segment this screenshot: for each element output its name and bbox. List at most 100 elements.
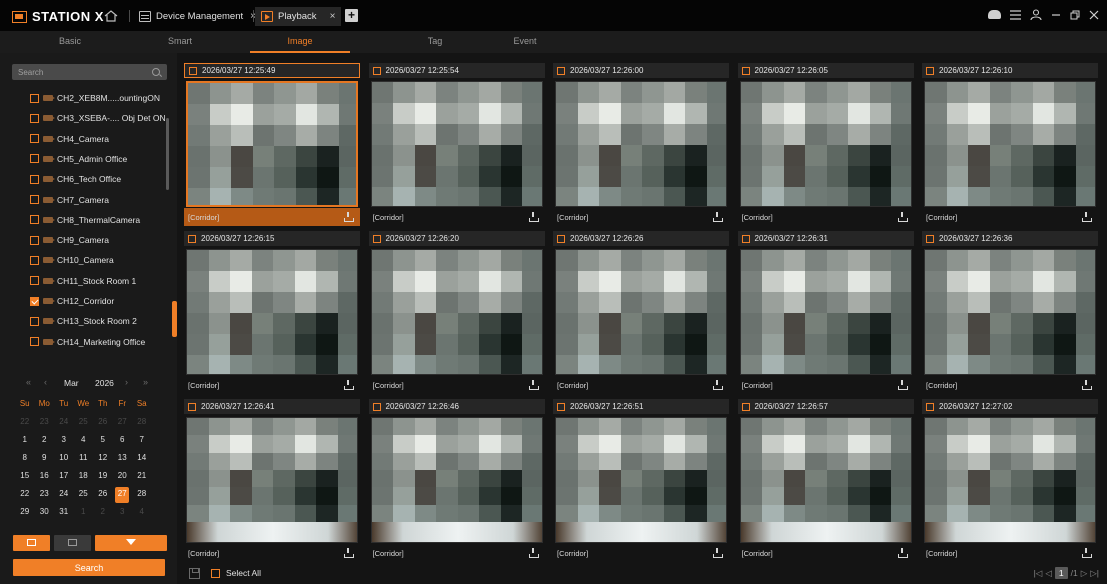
calendar-day[interactable]: 23: [35, 486, 55, 504]
channel-checkbox[interactable]: [30, 195, 39, 204]
next-month-button[interactable]: ›: [125, 377, 128, 387]
calendar-day[interactable]: 28: [132, 486, 152, 504]
calendar-day[interactable]: 10: [54, 450, 74, 468]
image-card[interactable]: 2026/03/27 12:26:51 [Corridor]: [553, 399, 729, 562]
current-page[interactable]: 1: [1054, 567, 1068, 579]
channel-checkbox[interactable]: [30, 316, 39, 326]
calendar-day[interactable]: 29: [15, 504, 35, 522]
channel-item[interactable]: CH4_Camera: [30, 132, 109, 146]
download-icon[interactable]: [528, 212, 539, 222]
snapshot-thumbnail[interactable]: [186, 249, 358, 375]
calendar-day[interactable]: 26: [93, 414, 113, 432]
prev-year-button[interactable]: «: [26, 377, 31, 387]
channel-item[interactable]: CH11_Stock Room 1: [30, 274, 136, 288]
download-icon[interactable]: [897, 380, 908, 390]
calendar-day[interactable]: 1: [15, 432, 35, 450]
snapshot-thumbnail[interactable]: [739, 417, 912, 543]
next-year-button[interactable]: »: [143, 377, 148, 387]
channel-checkbox[interactable]: [30, 255, 39, 265]
image-checkbox[interactable]: [926, 402, 934, 411]
calendar-day[interactable]: 14: [132, 450, 152, 468]
download-icon[interactable]: [713, 212, 723, 222]
calendar-day[interactable]: 1: [74, 504, 94, 522]
calendar-day[interactable]: 6: [113, 432, 133, 450]
channel-item[interactable]: CH5_Admin Office: [30, 152, 127, 166]
calendar-day[interactable]: 18: [74, 468, 94, 486]
image-checkbox[interactable]: [557, 402, 565, 411]
download-icon[interactable]: [528, 380, 539, 390]
calendar-day[interactable]: 2: [35, 432, 55, 450]
calendar-day[interactable]: 2: [93, 504, 113, 522]
image-checkbox[interactable]: [557, 234, 565, 243]
snapshot-thumbnail[interactable]: [739, 81, 912, 207]
channel-item[interactable]: CH2_XEB8M.....ountingON: [30, 91, 160, 105]
minimize-icon[interactable]: [1051, 10, 1061, 20]
channel-checkbox[interactable]: [30, 174, 39, 184]
search-button[interactable]: Search: [13, 559, 165, 576]
download-icon[interactable]: [713, 548, 723, 558]
calendar-day[interactable]: 22: [15, 486, 35, 504]
channel-checkbox[interactable]: [30, 134, 39, 144]
image-card[interactable]: 2026/03/27 12:26:00 [Corridor]: [553, 63, 729, 226]
image-card[interactable]: 2026/03/27 12:26:05 [Corridor]: [737, 63, 914, 226]
channel-checkbox[interactable]: [30, 93, 39, 103]
snapshot-thumbnail[interactable]: [555, 249, 727, 375]
channel-item[interactable]: CH10_Camera: [30, 253, 114, 267]
channel-item[interactable]: CH8_ThermalCamera: [30, 213, 140, 227]
calendar-day[interactable]: 22: [15, 414, 35, 432]
calendar-day[interactable]: 9: [35, 450, 55, 468]
add-tab-button[interactable]: +: [345, 9, 358, 22]
tab-event[interactable]: Event: [505, 36, 545, 46]
calendar-day[interactable]: 25: [74, 414, 94, 432]
prev-month-button[interactable]: ‹: [44, 377, 47, 387]
image-checkbox[interactable]: [188, 402, 196, 411]
tab-playback[interactable]: Playback ×: [255, 7, 342, 26]
calendar-day[interactable]: 24: [54, 414, 74, 432]
image-card[interactable]: 2026/03/27 12:25:49 [Corridor]: [184, 63, 360, 226]
calendar-day[interactable]: 7: [132, 432, 152, 450]
calendar-day[interactable]: 13: [113, 450, 133, 468]
close-tab-icon[interactable]: ×: [330, 11, 336, 22]
calendar-day[interactable]: 24: [54, 486, 74, 504]
snapshot-thumbnail[interactable]: [924, 417, 1096, 543]
calendar-day[interactable]: 11: [74, 450, 94, 468]
calendar-day[interactable]: 21: [132, 468, 152, 486]
download-icon[interactable]: [897, 548, 908, 558]
download-icon[interactable]: [1082, 212, 1092, 222]
save-icon[interactable]: [189, 568, 200, 579]
channel-checkbox[interactable]: [30, 337, 39, 347]
image-card[interactable]: 2026/03/27 12:25:54 [Corridor]: [368, 63, 545, 226]
calendar-day[interactable]: 3: [54, 432, 74, 450]
channel-item[interactable]: CH13_Stock Room 2: [30, 314, 137, 328]
channel-item[interactable]: CH7_Camera: [30, 193, 109, 207]
image-checkbox[interactable]: [372, 402, 381, 411]
calendar-day[interactable]: 28: [132, 414, 152, 432]
calendar-day[interactable]: 8: [15, 450, 35, 468]
tab-tag[interactable]: Tag: [415, 36, 455, 46]
image-card[interactable]: 2026/03/27 12:26:26 [Corridor]: [553, 231, 729, 394]
calendar-day[interactable]: 4: [132, 504, 152, 522]
download-icon[interactable]: [344, 548, 354, 558]
restore-icon[interactable]: [1070, 10, 1080, 20]
image-card[interactable]: 2026/03/27 12:26:10 [Corridor]: [922, 63, 1098, 226]
channel-checkbox[interactable]: [30, 113, 39, 123]
calendar-day[interactable]: 30: [35, 504, 55, 522]
image-checkbox[interactable]: [741, 234, 750, 243]
select-all-checkbox[interactable]: [211, 568, 220, 578]
filter-button[interactable]: [95, 535, 167, 551]
snapshot-thumbnail[interactable]: [924, 249, 1096, 375]
channel-checkbox[interactable]: [30, 276, 39, 286]
calendar-day[interactable]: 4: [74, 432, 94, 450]
close-icon[interactable]: [1089, 10, 1099, 20]
calendar-day[interactable]: 16: [35, 468, 55, 486]
download-icon[interactable]: [344, 380, 354, 390]
download-icon[interactable]: [897, 212, 908, 222]
user-icon[interactable]: [1030, 9, 1042, 20]
snapshot-thumbnail[interactable]: [555, 81, 727, 207]
channel-item[interactable]: CH3_XSEBA-.... Obj Det ON: [30, 111, 166, 125]
image-card[interactable]: 2026/03/27 12:26:41 [Corridor]: [184, 399, 360, 562]
image-view-button[interactable]: [13, 535, 50, 551]
search-input[interactable]: [12, 64, 167, 80]
tab-device-management[interactable]: Device Management ×: [133, 7, 262, 26]
calendar-day[interactable]: 17: [54, 468, 74, 486]
